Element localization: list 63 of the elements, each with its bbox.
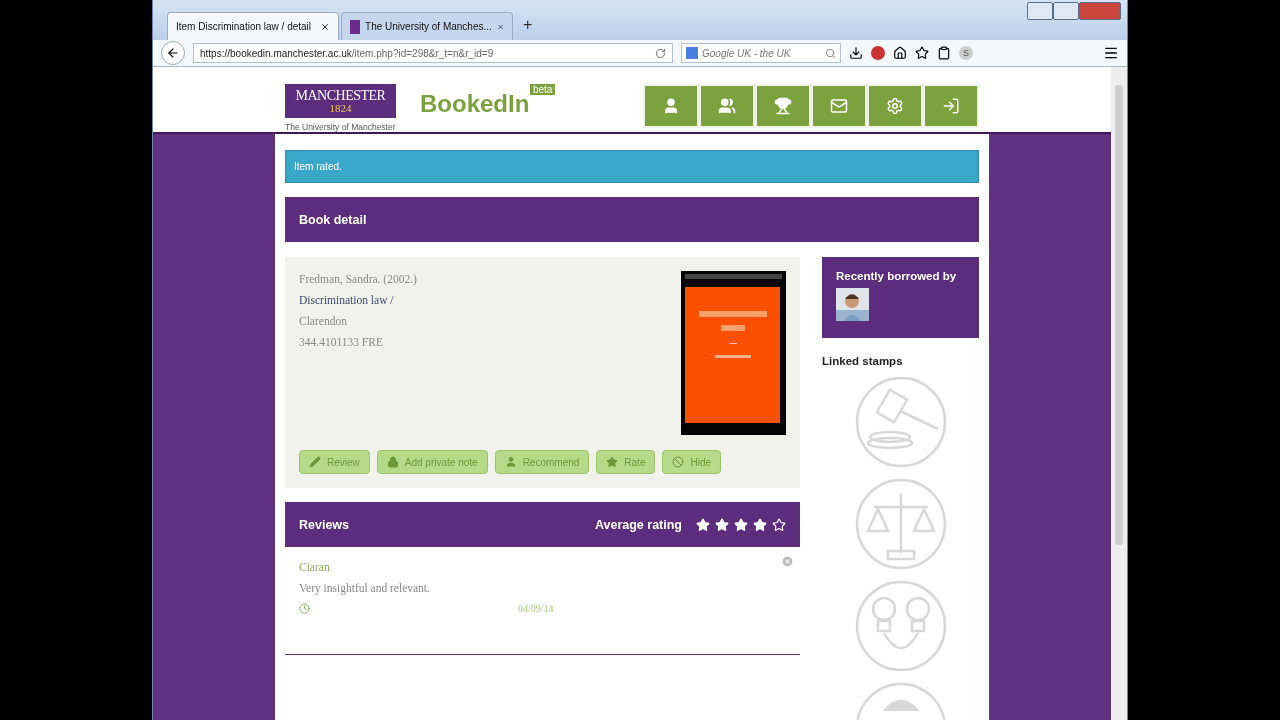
search-icon[interactable]: [825, 47, 836, 59]
gavel-icon: [855, 376, 946, 468]
home-icon[interactable]: [893, 46, 907, 60]
ban-icon: [672, 456, 685, 468]
profile-button[interactable]: S: [959, 46, 973, 60]
nav-button[interactable]: [869, 86, 921, 126]
lock-icon: [386, 456, 399, 468]
browser-tab[interactable]: The University of Manches...: [341, 12, 513, 40]
logo-caption: The University of Manchester: [285, 122, 396, 132]
reload-icon[interactable]: [655, 47, 666, 59]
book-publisher: Clarendon: [299, 315, 348, 327]
book-shelfmark: 344.4101133 FRE: [299, 336, 384, 348]
star-icon: [734, 517, 748, 532]
minimize-button[interactable]: [1027, 2, 1053, 20]
sign-in-icon: [942, 97, 960, 115]
star-icon: [772, 517, 786, 532]
review-author[interactable]: Ciaran: [299, 561, 330, 573]
download-icon[interactable]: [849, 46, 863, 60]
borrowed-title: Recently borrowed by: [836, 270, 957, 282]
handcuffs-icon: [855, 580, 946, 672]
nav-button[interactable]: [813, 86, 865, 126]
stamps-title: Linked stamps: [822, 355, 904, 367]
bookmark-icon[interactable]: [915, 46, 929, 60]
star-icon: [715, 517, 729, 532]
section-title: Book detail: [285, 197, 979, 242]
scales-icon: [855, 478, 946, 570]
star-icon: [753, 517, 767, 532]
clipboard-icon[interactable]: [937, 46, 951, 60]
book-author: Fredman, Sandra. (2002.): [299, 273, 417, 285]
mail-icon: [830, 97, 848, 115]
menu-icon[interactable]: [1103, 45, 1119, 61]
users-icon: [718, 97, 736, 115]
browser-tab[interactable]: Item Discrimination law / detail: [167, 12, 339, 40]
review-text: Very insightful and relevant.: [299, 582, 430, 594]
stamp-icon: [855, 682, 946, 720]
beta-badge: beta: [529, 84, 556, 95]
settings-icon: [886, 97, 904, 115]
rating-label: Average rating: [594, 517, 682, 532]
alert-message: Item rated.: [285, 150, 979, 183]
reviews-title: Reviews: [299, 517, 350, 532]
nav-button[interactable]: [645, 86, 697, 126]
university-icon: [350, 19, 361, 34]
review-date: 04/09/14: [518, 603, 554, 614]
scrollbar-thumb[interactable]: [1115, 85, 1123, 545]
university-logo: MANCHESTER 1824: [285, 84, 396, 118]
star-icon: [696, 517, 710, 532]
book-title-link[interactable]: Discrimination law /: [299, 294, 417, 306]
address-field[interactable]: https://bookedin.manchester.ac.uk/item.php?id=298&r_t=n&r_id=9: [193, 43, 673, 63]
nav-button[interactable]: [701, 86, 753, 126]
new-tab-button[interactable]: +: [515, 16, 541, 40]
nav-button[interactable]: [925, 86, 977, 126]
maximize-button[interactable]: [1053, 2, 1079, 20]
trophy-icon: [774, 97, 792, 115]
user-icon: [662, 97, 680, 115]
nav-button[interactable]: [757, 86, 809, 126]
back-button[interactable]: [161, 41, 185, 65]
search-field[interactable]: Google UK - the UK: [681, 43, 841, 63]
close-icon[interactable]: [320, 21, 330, 32]
arrow-left-icon: [166, 46, 180, 60]
star-icon: [606, 456, 619, 468]
pencil-icon: [309, 456, 321, 468]
user-icon: [504, 456, 517, 468]
clock-icon: [299, 603, 310, 614]
